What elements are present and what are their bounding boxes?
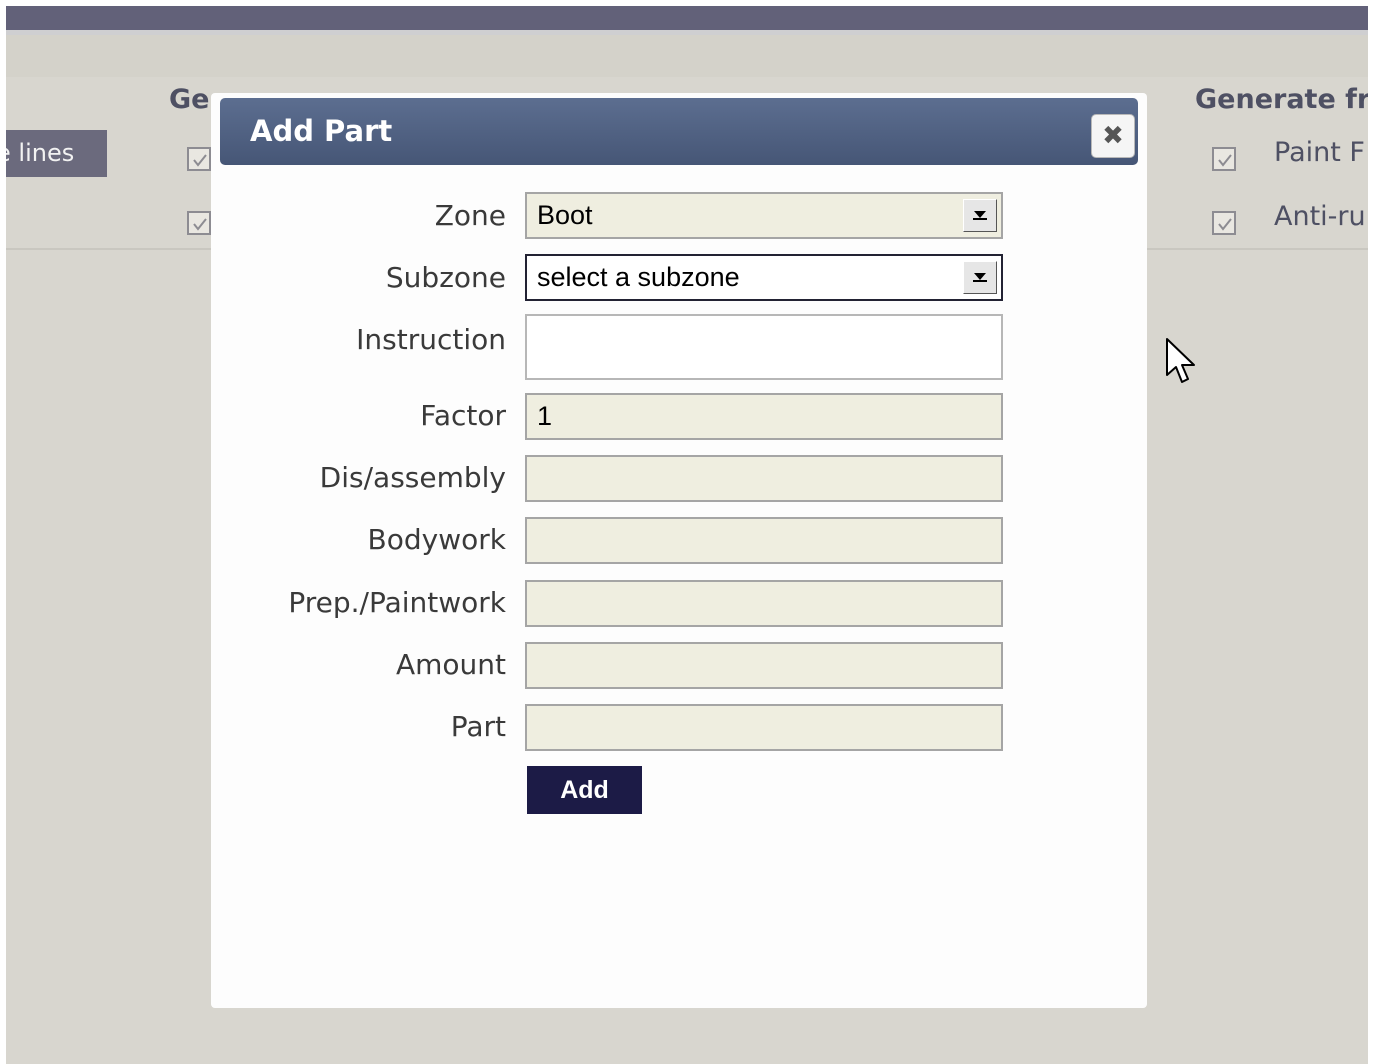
top-bar: [6, 6, 1368, 30]
generate-header-right: Generate fr: [1195, 84, 1368, 115]
sub-bar: [6, 35, 1368, 77]
checkmark-icon: [1218, 218, 1232, 231]
paintwork-label: Prep./Paintwork: [288, 586, 506, 619]
add-part-dialog: Add Part ✖ Zone Boot Subzone select a su…: [211, 93, 1147, 1008]
dropdown-arrow-icon[interactable]: [963, 261, 997, 294]
add-button[interactable]: Add: [527, 766, 642, 814]
antirust-option-label: Anti-ru: [1274, 201, 1366, 232]
disassembly-label: Dis/assembly: [319, 461, 506, 494]
checkmark-icon: [193, 218, 207, 231]
lines-button[interactable]: e lines: [6, 130, 107, 177]
left-checkbox-1[interactable]: [187, 147, 211, 171]
paint-checkbox[interactable]: [1212, 147, 1236, 171]
dropdown-arrow-icon[interactable]: [963, 199, 997, 232]
bodywork-input[interactable]: [525, 517, 1003, 564]
amount-input[interactable]: [525, 642, 1003, 689]
bodywork-label: Bodywork: [367, 523, 506, 556]
close-icon: ✖: [1102, 121, 1124, 151]
factor-input[interactable]: 1: [525, 393, 1003, 440]
dialog-title: Add Part: [250, 114, 393, 148]
checkmark-icon: [1218, 154, 1232, 167]
generate-header-left: Ge: [169, 84, 210, 115]
zone-select-value: Boot: [537, 200, 593, 230]
paint-option-label: Paint F: [1274, 137, 1365, 168]
zone-label: Zone: [434, 199, 506, 232]
part-label: Part: [450, 710, 506, 743]
checkmark-icon: [193, 154, 207, 167]
disassembly-input[interactable]: [525, 455, 1003, 502]
antirust-checkbox[interactable]: [1212, 211, 1236, 235]
subzone-select-value: select a subzone: [537, 262, 740, 292]
factor-label: Factor: [420, 399, 506, 432]
subzone-select[interactable]: select a subzone: [525, 254, 1003, 301]
part-input[interactable]: [525, 704, 1003, 751]
left-checkbox-2[interactable]: [187, 211, 211, 235]
zone-select[interactable]: Boot: [525, 192, 1003, 239]
amount-label: Amount: [395, 648, 506, 681]
close-button[interactable]: ✖: [1091, 114, 1135, 158]
instruction-label: Instruction: [356, 323, 506, 356]
paintwork-input[interactable]: [525, 580, 1003, 627]
instruction-textarea[interactable]: [525, 314, 1003, 380]
mouse-cursor-icon: [1165, 337, 1199, 391]
subzone-label: Subzone: [385, 261, 506, 294]
dialog-title-bar[interactable]: Add Part ✖: [220, 98, 1138, 165]
